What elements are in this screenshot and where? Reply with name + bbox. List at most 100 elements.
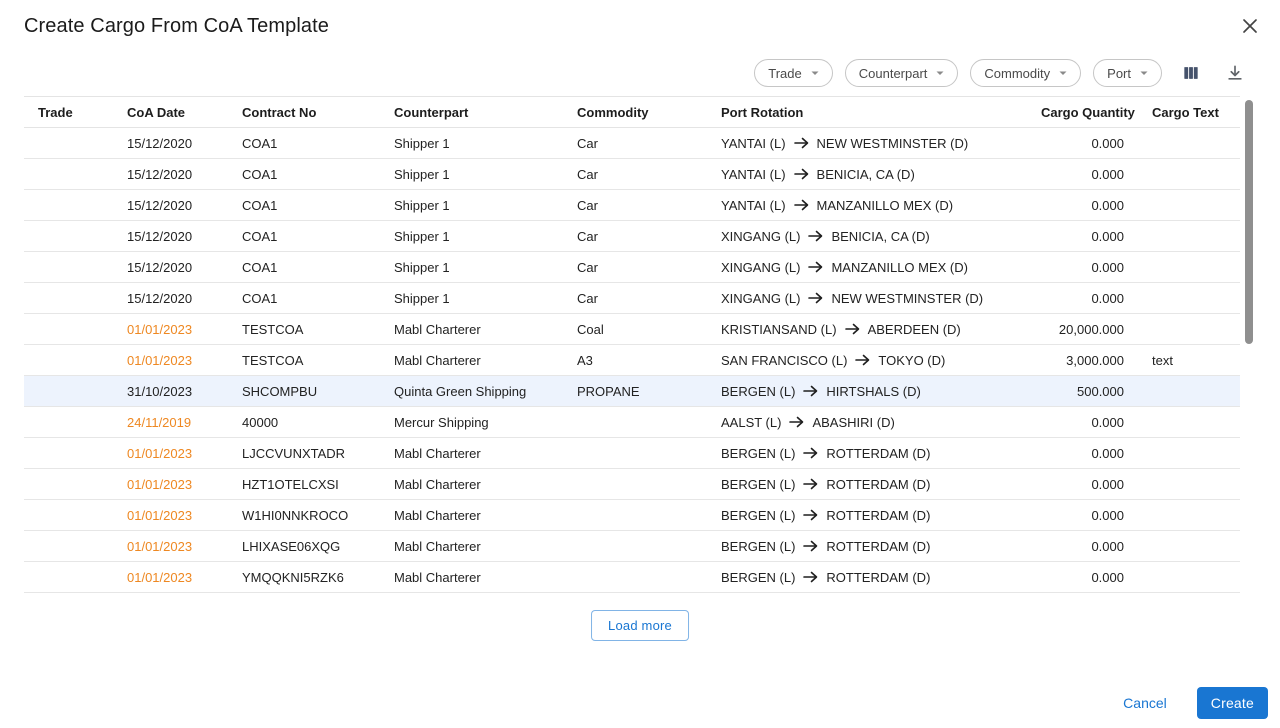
download-button[interactable]	[1220, 58, 1250, 88]
cell-port-rotation: XINGANG (L) MANZANILLO MEX (D)	[707, 252, 1027, 283]
table-row[interactable]: 15/12/2020 COA1 Shipper 1 Car YANTAI (L)…	[24, 159, 1240, 190]
table-row[interactable]: 24/11/2019 40000 Mercur Shipping AALST (…	[24, 407, 1240, 438]
cell-contract-no: COA1	[228, 190, 380, 221]
port-discharge: BENICIA, CA (D)	[831, 229, 929, 244]
cell-cargo-text	[1138, 283, 1240, 314]
table-row[interactable]: 15/12/2020 COA1 Shipper 1 Car XINGANG (L…	[24, 252, 1240, 283]
cell-cargo-text	[1138, 190, 1240, 221]
cell-port-rotation: SAN FRANCISCO (L) TOKYO (D)	[707, 345, 1027, 376]
cell-port-rotation: AALST (L) ABASHIRI (D)	[707, 407, 1027, 438]
cell-contract-no: COA1	[228, 221, 380, 252]
column-header[interactable]: CoA Date	[113, 97, 228, 128]
cell-trade	[24, 407, 113, 438]
cell-contract-no: SHCOMPBU	[228, 376, 380, 407]
port-load: KRISTIANSAND (L)	[721, 322, 837, 337]
port-discharge: ROTTERDAM (D)	[826, 446, 930, 461]
create-button[interactable]: Create	[1197, 687, 1268, 719]
cell-coa-date: 01/01/2023	[113, 345, 228, 376]
cell-trade	[24, 500, 113, 531]
table-row[interactable]: 01/01/2023 LHIXASE06XQG Mabl Charterer B…	[24, 531, 1240, 562]
cell-port-rotation: XINGANG (L) NEW WESTMINSTER (D)	[707, 283, 1027, 314]
cell-trade	[24, 252, 113, 283]
table-row[interactable]: 15/12/2020 COA1 Shipper 1 Car YANTAI (L)…	[24, 128, 1240, 159]
table-row[interactable]: 01/01/2023 W1HI0NNKROCO Mabl Charterer B…	[24, 500, 1240, 531]
cell-trade	[24, 345, 113, 376]
columns-button[interactable]	[1176, 58, 1206, 88]
column-header[interactable]: Cargo Text	[1138, 97, 1240, 128]
table-row[interactable]: 15/12/2020 COA1 Shipper 1 Car XINGANG (L…	[24, 283, 1240, 314]
cell-coa-date: 15/12/2020	[113, 221, 228, 252]
cell-contract-no: TESTCOA	[228, 314, 380, 345]
port-load: BERGEN (L)	[721, 539, 795, 554]
cell-cargo-text	[1138, 128, 1240, 159]
cell-commodity	[563, 469, 707, 500]
cell-coa-date: 01/01/2023	[113, 438, 228, 469]
port-load: BERGEN (L)	[721, 446, 795, 461]
load-more-button[interactable]: Load more	[591, 610, 689, 641]
scrollbar-thumb[interactable]	[1245, 100, 1253, 344]
table-row[interactable]: 01/01/2023 TESTCOA Mabl Charterer Coal K…	[24, 314, 1240, 345]
table-row[interactable]: 01/01/2023 LJCCVUNXTADR Mabl Charterer B…	[24, 438, 1240, 469]
column-header[interactable]: Port Rotation	[707, 97, 1027, 128]
cell-cargo-text	[1138, 500, 1240, 531]
cell-trade	[24, 221, 113, 252]
cell-counterpart: Mabl Charterer	[380, 438, 563, 469]
cell-commodity	[563, 531, 707, 562]
filter-port[interactable]: Port	[1093, 59, 1162, 87]
table-row[interactable]: 15/12/2020 COA1 Shipper 1 Car XINGANG (L…	[24, 221, 1240, 252]
table-row[interactable]: 15/12/2020 COA1 Shipper 1 Car YANTAI (L)…	[24, 190, 1240, 221]
port-load: BERGEN (L)	[721, 384, 795, 399]
cell-cargo-text	[1138, 438, 1240, 469]
cell-contract-no: YMQQKNI5RZK6	[228, 562, 380, 593]
cell-coa-date: 15/12/2020	[113, 252, 228, 283]
cell-cargo-quantity: 0.000	[1027, 283, 1138, 314]
cell-trade	[24, 562, 113, 593]
chevron-down-icon	[806, 64, 824, 82]
port-load: BERGEN (L)	[721, 570, 795, 585]
table-row[interactable]: 01/01/2023 TESTCOA Mabl Charterer A3 SAN…	[24, 345, 1240, 376]
filter-toolbar: Trade Counterpart Commodity Port	[754, 58, 1250, 88]
vertical-scrollbar[interactable]	[1245, 97, 1253, 593]
column-header[interactable]: Commodity	[563, 97, 707, 128]
cell-port-rotation: BERGEN (L) ROTTERDAM (D)	[707, 469, 1027, 500]
filter-commodity[interactable]: Commodity	[970, 59, 1081, 87]
table-row[interactable]: 01/01/2023 HZT1OTELCXSI Mabl Charterer B…	[24, 469, 1240, 500]
cell-coa-date: 15/12/2020	[113, 190, 228, 221]
table-row[interactable]: 01/01/2023 YMQQKNI5RZK6 Mabl Charterer B…	[24, 562, 1240, 593]
close-button[interactable]	[1236, 12, 1264, 40]
port-load: BERGEN (L)	[721, 477, 795, 492]
table-row[interactable]: 31/10/2023 SHCOMPBU Quinta Green Shippin…	[24, 376, 1240, 407]
arrow-right-icon	[803, 540, 818, 552]
cell-coa-date: 24/11/2019	[113, 407, 228, 438]
cell-cargo-text	[1138, 407, 1240, 438]
cell-counterpart: Shipper 1	[380, 159, 563, 190]
cell-cargo-text	[1138, 531, 1240, 562]
cell-contract-no: COA1	[228, 159, 380, 190]
cell-cargo-quantity: 500.000	[1027, 376, 1138, 407]
column-header[interactable]: Contract No	[228, 97, 380, 128]
column-header[interactable]: Cargo Quantity	[1027, 97, 1138, 128]
cell-contract-no: LHIXASE06XQG	[228, 531, 380, 562]
cell-commodity	[563, 438, 707, 469]
cell-commodity: Car	[563, 252, 707, 283]
filter-trade[interactable]: Trade	[754, 59, 832, 87]
cell-contract-no: 40000	[228, 407, 380, 438]
cell-port-rotation: BERGEN (L) ROTTERDAM (D)	[707, 500, 1027, 531]
close-icon	[1240, 16, 1260, 36]
cell-cargo-quantity: 0.000	[1027, 159, 1138, 190]
cell-cargo-quantity: 20,000.000	[1027, 314, 1138, 345]
filter-commodity-label: Commodity	[984, 66, 1050, 81]
column-header[interactable]: Counterpart	[380, 97, 563, 128]
filter-counterpart[interactable]: Counterpart	[845, 59, 959, 87]
port-discharge: TOKYO (D)	[878, 353, 945, 368]
port-load: YANTAI (L)	[721, 136, 786, 151]
cancel-button[interactable]: Cancel	[1115, 689, 1175, 717]
cell-coa-date: 15/12/2020	[113, 283, 228, 314]
cell-counterpart: Quinta Green Shipping	[380, 376, 563, 407]
cell-coa-date: 15/12/2020	[113, 128, 228, 159]
port-load: YANTAI (L)	[721, 198, 786, 213]
port-discharge: ROTTERDAM (D)	[826, 508, 930, 523]
cell-counterpart: Mabl Charterer	[380, 345, 563, 376]
cell-cargo-quantity: 0.000	[1027, 221, 1138, 252]
column-header[interactable]: Trade	[24, 97, 113, 128]
